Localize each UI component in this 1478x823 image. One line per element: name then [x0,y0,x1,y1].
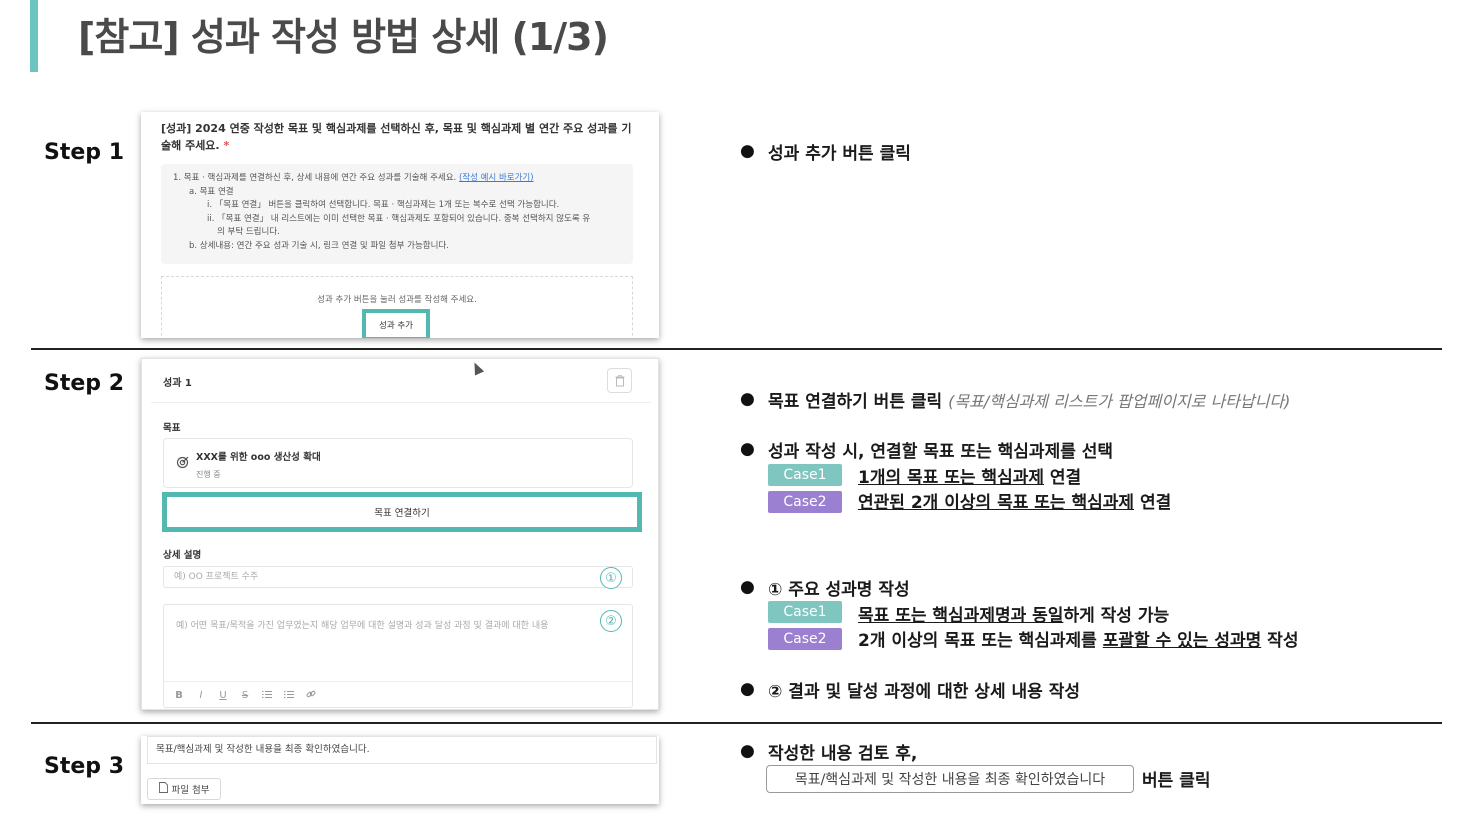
strikethrough-button[interactable]: S [240,690,250,701]
bullet-icon: ● [740,679,755,699]
step3-label: Step 3 [44,754,124,779]
guide-line: ii. 「목표 연결」 내 리스트에는 이미 선택한 목표 · 핵심과제도 포함… [207,213,591,224]
card-divider [151,402,651,403]
bullet-icon: ● [740,741,755,761]
bullet-icon: ● [740,389,755,409]
detail-placeholder: 예) 어떤 목표/목적을 가진 업무였는지 해당 업무에 대한 설명과 성과 달… [176,621,549,631]
trash-icon[interactable] [607,368,632,393]
guide-line: b. 상세내용: 연간 주요 성과 기술 시, 링크 연결 및 파일 첨부 가능… [189,240,449,251]
guide-line: 의 부탁 드립니다. [217,227,280,237]
step2-select-instruction: 성과 작성 시, 연결할 목표 또는 핵심과제를 선택 [768,442,1114,462]
step2-link-instruction: 목표 연결하기 버튼 클릭 (목표/핵심과제 리스트가 팝업페이지로 나타납니다… [768,392,1291,412]
guide-line: 1. 목표 · 핵심과제를 연결하신 후, 상세 내용에 연간 주요 성과를 기… [173,173,534,183]
step-divider [31,348,1442,350]
example-link[interactable]: (작성 예시 바로가기) [459,173,534,183]
case2-title-text: 2개 이상의 목표 또는 핵심과제를 포괄할 수 있는 성과명 작성 [858,631,1299,651]
bullet-list-icon[interactable] [284,690,294,702]
guide-line: i. 「목표 연결」 버튼을 클릭하여 선택합니다. 목표 · 핵심과제는 1개… [207,200,560,210]
underline-button[interactable]: U [218,690,228,701]
bullet-icon: ● [740,439,755,459]
popup-note: (목표/핵심과제 리스트가 팝업페이지로 나타납니다) [948,392,1291,411]
case1-badge: Case1 [768,464,842,486]
case1-title-text: 목표 또는 핵심과제명과 동일하게 작성 가능 [858,606,1170,626]
bullet-icon: ● [740,577,755,597]
link-icon[interactable] [306,689,316,702]
marker-2: ② [600,610,622,632]
target-icon [176,456,190,470]
card-title: 성과 1 [163,378,192,389]
attach-file-label: 파일 첨부 [171,785,210,796]
guide-box: 1. 목표 · 핵심과제를 연결하신 후, 상세 내용에 연간 주요 성과를 기… [161,164,633,264]
bold-button[interactable]: B [174,690,184,701]
result-detail-editor[interactable]: 예) 어떤 목표/목적을 가진 업무였는지 해당 업무에 대한 설명과 성과 달… [163,604,633,708]
link-goal-button[interactable]: 목표 연결하기 [162,492,642,532]
case2-badge: Case2 [768,491,842,513]
bullet-icon: ● [740,141,755,161]
result-title-input[interactable]: 예) OO 프로젝트 수주 [163,566,633,588]
file-icon [158,782,168,796]
ordered-list-icon[interactable] [262,690,272,702]
goal-item[interactable]: XXX를 위한 ooo 생산성 확대 진행 중 [163,438,633,488]
guide-line: a. 목표 연결 [189,186,234,197]
step1-instruction: 성과 추가 버튼 클릭 [768,144,911,164]
final-confirm-button-sample: 목표/핵심과제 및 작성한 내용을 최종 확인하였습니다 [766,765,1134,793]
detail-label: 상세 설명 [163,550,202,561]
case1-text: 1개의 목표 또는 핵심과제 연결 [858,468,1082,488]
italic-button[interactable]: I [196,690,206,701]
final-confirm-checkbox[interactable]: 목표/핵심과제 및 작성한 내용을 최종 확인하였습니다. [147,736,657,764]
attach-file-button[interactable]: 파일 첨부 [147,778,221,800]
step-divider [31,722,1442,724]
button-click-text: 버튼 클릭 [1142,771,1211,791]
drop-hint: 성과 추가 버튼을 눌러 성과를 작성해 주세요. [317,295,477,305]
page-title: [참고] 성과 작성 방법 상세 (1/3) [78,15,609,59]
step1-screenshot: [성과] 2024 연중 작성한 목표 및 핵심과제를 선택하신 후, 목표 및… [141,112,659,338]
goal-status: 진행 중 [196,470,221,479]
title-instruction: ① 주요 성과명 작성 [768,580,910,600]
case1-badge: Case1 [768,601,842,623]
step3-screenshot: 목표/핵심과제 및 작성한 내용을 최종 확인하였습니다. 파일 첨부 [141,736,659,804]
step2-screenshot: 성과 1 목표 XXX를 위한 ooo 생산성 확대 진행 중 목표 연결하기 … [141,358,659,710]
goal-label: 목표 [163,423,181,434]
goal-title: XXX를 위한 ooo 생산성 확대 [196,452,321,463]
case2-text: 연관된 2개 이상의 목표 또는 핵심과제 연결 [858,493,1172,513]
detail-instruction: ② 결과 및 달성 과정에 대한 상세 내용 작성 [768,682,1080,702]
step3-instruction: 작성한 내용 검토 후, [768,744,918,764]
question-text: [성과] 2024 연중 작성한 목표 및 핵심과제를 선택하신 후, 목표 및… [161,122,632,152]
add-result-button[interactable]: 성과 추가 [362,309,430,338]
step2-label: Step 2 [44,371,124,396]
editor-toolbar: B I U S [164,681,632,709]
step1-label: Step 1 [44,140,124,165]
marker-1: ① [600,567,622,589]
title-accent-bar [30,0,38,72]
case2-badge: Case2 [768,628,842,650]
